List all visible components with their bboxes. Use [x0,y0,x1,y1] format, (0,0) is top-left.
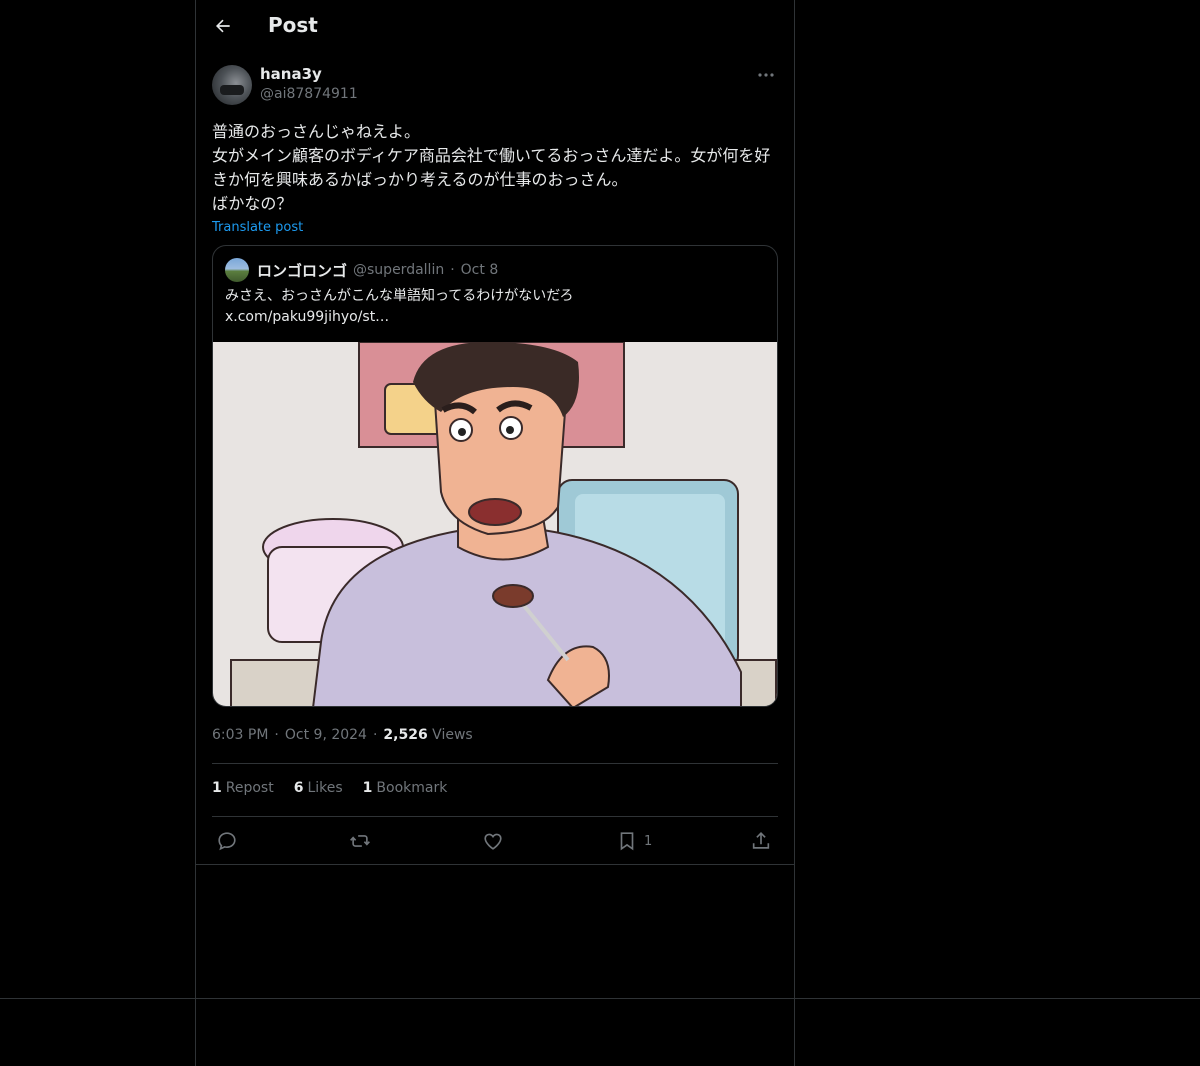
more-icon [758,73,774,77]
likes-count: 6 [293,780,304,796]
quoted-author-handle: @superdallin [353,262,445,278]
post-meta: 6:03 PM · Oct 9, 2024 · 2,526 Views [212,727,473,743]
back-button[interactable] [208,11,238,41]
separator-dot: · [372,727,378,743]
views-label: Views [432,727,473,743]
action-bar: 1 [212,826,778,856]
page-title: Post [268,13,318,37]
reposts-label: Repost [225,780,274,796]
more-button[interactable] [754,66,778,84]
quoted-avatar [225,258,249,282]
quoted-post[interactable]: ロンゴロンゴ @superdallin · Oct 8 みさえ、おっさんがこんな… [212,245,778,707]
reply-icon [218,832,236,851]
views-count: 2,526 [383,727,428,743]
like-button[interactable] [482,826,504,856]
repost-icon [350,835,370,847]
divider [212,816,778,817]
author-row: hana3y @ai87874911 [212,64,778,106]
post-time[interactable]: 6:03 PM [212,727,268,743]
translate-link[interactable]: Translate post [212,220,303,235]
likes-stat[interactable]: 6 Likes [294,780,343,796]
separator-dot: · [450,262,455,278]
likes-label: Likes [307,780,343,796]
share-button[interactable] [750,826,772,856]
bookmarks-stat[interactable]: 1 Bookmark [363,780,448,796]
main-column: Post hana3y @ai87874911 普通のおっさんじゃねえよ。 女が… [195,0,795,1066]
quoted-date: Oct 8 [460,262,499,278]
like-icon [484,833,502,850]
bookmarks-count: 1 [362,780,373,796]
bookmark-count: 1 [644,833,653,849]
reposts-stat[interactable]: 1 Repost [212,780,274,796]
divider [196,864,794,865]
bookmark-button[interactable]: 1 [616,826,652,856]
back-arrow-icon [216,19,230,33]
author-name[interactable]: hana3y [260,65,322,83]
post-text: 普通のおっさんじゃねえよ。 女がメイン顧客のボディケア商品会社で働いてるおっさん… [212,122,771,213]
separator-dot: · [274,727,279,743]
quoted-text: みさえ、おっさんがこんな単語知ってるわけがないだろ x.com/paku99ji… [225,288,574,325]
quoted-media-image[interactable] [213,342,778,707]
post-header: Post [196,0,794,54]
repost-button[interactable] [349,826,371,856]
avatar[interactable] [212,65,252,105]
share-icon [752,832,770,849]
post: hana3y @ai87874911 普通のおっさんじゃねえよ。 女がメイン顧客… [212,64,778,707]
bookmark-icon [620,832,634,851]
post-stats: 1 Repost 6 Likes 1 Bookmark [212,780,447,796]
quoted-author-name: ロンゴロンゴ [257,261,348,280]
post-date[interactable]: Oct 9, 2024 [285,727,367,743]
bookmarks-label: Bookmark [376,780,448,796]
author-handle[interactable]: @ai87874911 [260,86,358,102]
quoted-post-header: ロンゴロンゴ @superdallin · Oct 8 [225,258,498,282]
divider [212,763,778,764]
reply-button[interactable] [216,826,238,856]
reposts-count: 1 [212,780,222,796]
